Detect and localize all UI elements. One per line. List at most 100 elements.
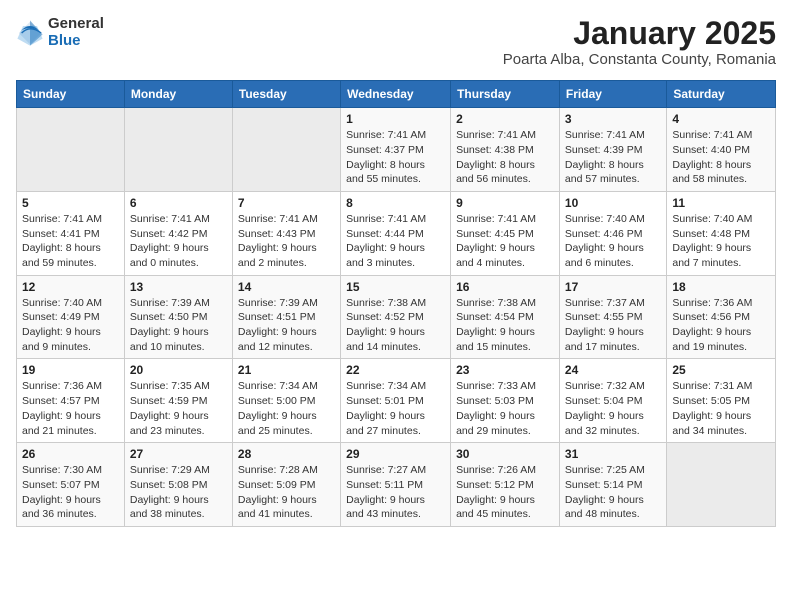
day-number: 10 [565,196,661,210]
page-title: January 2025 [503,16,776,51]
title-block: January 2025 Poarta Alba, Constanta Coun… [503,16,776,68]
calendar-cell: 20Sunrise: 7:35 AM Sunset: 4:59 PM Dayli… [124,359,232,443]
day-number: 16 [456,280,554,294]
page-subtitle: Poarta Alba, Constanta County, Romania [503,51,776,68]
day-info: Sunrise: 7:41 AM Sunset: 4:38 PM Dayligh… [456,128,554,187]
day-number: 31 [565,447,661,461]
calendar-cell: 2 Sunrise: 7:41 AM Sunset: 4:38 PM Daylig… [451,108,560,192]
calendar-cell: 14 Sunrise: 7:39 AM Sunset: 4:51 PM Dayli… [232,275,340,359]
calendar-header: SundayMondayTuesdayWednesdayThursdayFrid… [17,81,776,108]
calendar-cell: 23 Sunrise: 7:33 AM Sunset: 5:03 PM Dayli… [451,359,560,443]
calendar-cell: 31 Sunrise: 7:25 AM Sunset: 5:14 PM Dayli… [559,443,666,527]
day-info: Sunrise: 7:34 AM Sunset: 5:00 PM Dayligh… [238,379,335,438]
day-number: 7 [238,196,335,210]
day-number: 21 [238,363,335,377]
day-info: Sunrise: 7:41 AM Sunset: 4:40 PM Dayligh… [672,128,770,187]
calendar-cell: 16 Sunrise: 7:38 AM Sunset: 4:54 PM Dayli… [451,275,560,359]
day-number: 17 [565,280,661,294]
day-number: 29 [346,447,445,461]
day-info: Sunrise: 7:40 AM Sunset: 4:49 PM Dayligh… [22,296,119,355]
week-row-1: 1Sunrise: 7:41 AM Sunset: 4:37 PM Daylig… [17,108,776,192]
calendar-cell: 10 Sunrise: 7:40 AM Sunset: 4:46 PM Dayli… [559,191,666,275]
day-number: 8 [346,196,445,210]
day-number: 13 [130,280,227,294]
day-number: 30 [456,447,554,461]
day-info: Sunrise: 7:31 AM Sunset: 5:05 PM Dayligh… [672,379,770,438]
week-row-5: 26Sunrise: 7:30 AM Sunset: 5:07 PM Dayli… [17,443,776,527]
day-number: 5 [22,196,119,210]
day-info: Sunrise: 7:25 AM Sunset: 5:14 PM Dayligh… [565,463,661,522]
day-number: 14 [238,280,335,294]
day-info: Sunrise: 7:41 AM Sunset: 4:41 PM Dayligh… [22,212,119,271]
day-number: 11 [672,196,770,210]
calendar-cell: 30 Sunrise: 7:26 AM Sunset: 5:12 PM Dayli… [451,443,560,527]
day-info: Sunrise: 7:40 AM Sunset: 4:46 PM Dayligh… [565,212,661,271]
calendar-cell: 21 Sunrise: 7:34 AM Sunset: 5:00 PM Dayli… [232,359,340,443]
day-number: 25 [672,363,770,377]
page-header: General Blue January 2025 Poarta Alba, C… [16,16,776,68]
day-number: 4 [672,112,770,126]
day-info: Sunrise: 7:41 AM Sunset: 4:42 PM Dayligh… [130,212,227,271]
calendar-cell: 7 Sunrise: 7:41 AM Sunset: 4:43 PM Daylig… [232,191,340,275]
header-thursday: Thursday [451,81,560,108]
calendar-cell: 8 Sunrise: 7:41 AM Sunset: 4:44 PM Daylig… [341,191,451,275]
header-wednesday: Wednesday [341,81,451,108]
calendar-cell: 19 Sunrise: 7:36 AM Sunset: 4:57 PM Dayli… [17,359,125,443]
day-info: Sunrise: 7:35 AM Sunset: 4:59 PM Dayligh… [130,379,227,438]
calendar-cell: 29 Sunrise: 7:27 AM Sunset: 5:11 PM Dayli… [341,443,451,527]
day-info: Sunrise: 7:36 AM Sunset: 4:56 PM Dayligh… [672,296,770,355]
day-number: 9 [456,196,554,210]
day-info: Sunrise: 7:38 AM Sunset: 4:54 PM Dayligh… [456,296,554,355]
header-tuesday: Tuesday [232,81,340,108]
day-info: Sunrise: 7:41 AM Sunset: 4:43 PM Dayligh… [238,212,335,271]
calendar-cell: 3 Sunrise: 7:41 AM Sunset: 4:39 PM Daylig… [559,108,666,192]
header-friday: Friday [559,81,666,108]
day-info: Sunrise: 7:32 AM Sunset: 5:04 PM Dayligh… [565,379,661,438]
day-info: Sunrise: 7:41 AM Sunset: 4:44 PM Dayligh… [346,212,445,271]
logo-blue: Blue [48,33,104,50]
calendar-cell: 17 Sunrise: 7:37 AM Sunset: 4:55 PM Dayli… [559,275,666,359]
calendar-cell [124,108,232,192]
day-info: Sunrise: 7:29 AM Sunset: 5:08 PM Dayligh… [130,463,227,522]
header-row: SundayMondayTuesdayWednesdayThursdayFrid… [17,81,776,108]
calendar-cell: 26Sunrise: 7:30 AM Sunset: 5:07 PM Dayli… [17,443,125,527]
calendar-cell: 13Sunrise: 7:39 AM Sunset: 4:50 PM Dayli… [124,275,232,359]
calendar-cell: 5 Sunrise: 7:41 AM Sunset: 4:41 PM Daylig… [17,191,125,275]
day-number: 15 [346,280,445,294]
calendar-cell [17,108,125,192]
calendar-cell: 1Sunrise: 7:41 AM Sunset: 4:37 PM Daylig… [341,108,451,192]
day-number: 2 [456,112,554,126]
week-row-3: 12 Sunrise: 7:40 AM Sunset: 4:49 PM Dayli… [17,275,776,359]
logo-text: General Blue [48,16,104,49]
logo-general: General [48,16,104,33]
calendar-body: 1Sunrise: 7:41 AM Sunset: 4:37 PM Daylig… [17,108,776,527]
day-number: 19 [22,363,119,377]
day-number: 23 [456,363,554,377]
calendar-cell: 27Sunrise: 7:29 AM Sunset: 5:08 PM Dayli… [124,443,232,527]
calendar-cell: 9Sunrise: 7:41 AM Sunset: 4:45 PM Daylig… [451,191,560,275]
calendar-cell: 6 Sunrise: 7:41 AM Sunset: 4:42 PM Daylig… [124,191,232,275]
calendar-cell: 24Sunrise: 7:32 AM Sunset: 5:04 PM Dayli… [559,359,666,443]
header-monday: Monday [124,81,232,108]
day-number: 26 [22,447,119,461]
day-info: Sunrise: 7:28 AM Sunset: 5:09 PM Dayligh… [238,463,335,522]
calendar-cell: 18Sunrise: 7:36 AM Sunset: 4:56 PM Dayli… [667,275,776,359]
day-info: Sunrise: 7:27 AM Sunset: 5:11 PM Dayligh… [346,463,445,522]
day-info: Sunrise: 7:37 AM Sunset: 4:55 PM Dayligh… [565,296,661,355]
day-info: Sunrise: 7:34 AM Sunset: 5:01 PM Dayligh… [346,379,445,438]
day-number: 12 [22,280,119,294]
day-info: Sunrise: 7:36 AM Sunset: 4:57 PM Dayligh… [22,379,119,438]
day-number: 3 [565,112,661,126]
header-sunday: Sunday [17,81,125,108]
calendar-cell: 11Sunrise: 7:40 AM Sunset: 4:48 PM Dayli… [667,191,776,275]
calendar-cell: 12 Sunrise: 7:40 AM Sunset: 4:49 PM Dayli… [17,275,125,359]
week-row-2: 5 Sunrise: 7:41 AM Sunset: 4:41 PM Daylig… [17,191,776,275]
calendar-cell: 28Sunrise: 7:28 AM Sunset: 5:09 PM Dayli… [232,443,340,527]
day-info: Sunrise: 7:41 AM Sunset: 4:39 PM Dayligh… [565,128,661,187]
day-info: Sunrise: 7:39 AM Sunset: 4:51 PM Dayligh… [238,296,335,355]
day-info: Sunrise: 7:26 AM Sunset: 5:12 PM Dayligh… [456,463,554,522]
calendar-cell [232,108,340,192]
day-number: 6 [130,196,227,210]
day-info: Sunrise: 7:33 AM Sunset: 5:03 PM Dayligh… [456,379,554,438]
logo: General Blue [16,16,104,49]
